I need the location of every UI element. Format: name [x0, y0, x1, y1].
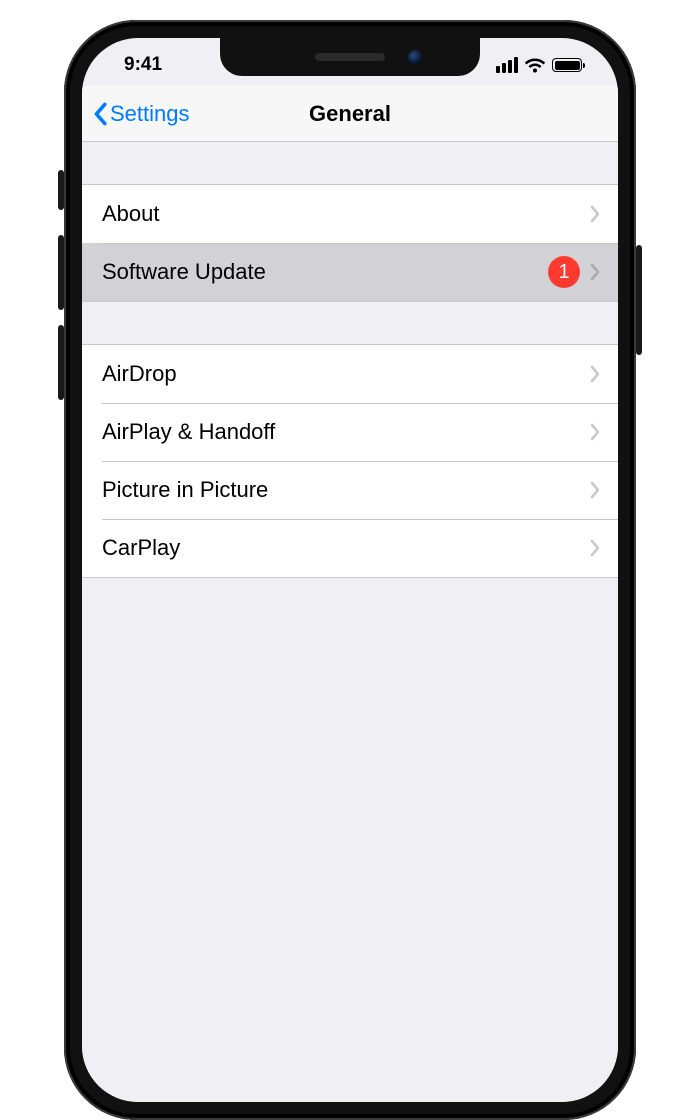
row-label: Software Update: [102, 259, 548, 285]
row-airplay-handoff[interactable]: AirPlay & Handoff: [82, 403, 618, 461]
status-indicators: [496, 51, 586, 73]
settings-content[interactable]: About Software Update 1 AirDrop AirPlay …: [82, 142, 618, 1102]
settings-group: About Software Update 1: [82, 184, 618, 302]
battery-icon: [552, 58, 582, 72]
row-airdrop[interactable]: AirDrop: [82, 345, 618, 403]
speaker-grille: [315, 53, 385, 61]
row-carplay[interactable]: CarPlay: [82, 519, 618, 577]
chevron-right-icon: [590, 365, 600, 383]
row-software-update[interactable]: Software Update 1: [82, 243, 618, 301]
front-camera: [408, 50, 422, 64]
chevron-right-icon: [590, 205, 600, 223]
page-title: General: [309, 101, 391, 127]
back-label: Settings: [110, 101, 190, 127]
wifi-icon: [525, 57, 545, 73]
chevron-right-icon: [590, 481, 600, 499]
row-label: About: [102, 201, 590, 227]
row-label: AirPlay & Handoff: [102, 419, 590, 445]
volume-up-button: [58, 235, 64, 310]
status-time: 9:41: [114, 48, 162, 76]
row-label: Picture in Picture: [102, 477, 590, 503]
chevron-left-icon: [92, 102, 108, 126]
notch: [220, 38, 480, 76]
row-label: AirDrop: [102, 361, 590, 387]
power-button: [636, 245, 642, 355]
mute-switch: [58, 170, 64, 210]
volume-down-button: [58, 325, 64, 400]
device-frame: 9:41 Settings General About: [64, 20, 636, 1120]
row-picture-in-picture[interactable]: Picture in Picture: [82, 461, 618, 519]
navigation-bar: Settings General: [82, 86, 618, 142]
chevron-right-icon: [590, 539, 600, 557]
row-label: CarPlay: [102, 535, 590, 561]
settings-group: AirDrop AirPlay & Handoff Picture in Pic…: [82, 344, 618, 578]
screen: 9:41 Settings General About: [82, 38, 618, 1102]
chevron-right-icon: [590, 263, 600, 281]
chevron-right-icon: [590, 423, 600, 441]
cellular-signal-icon: [496, 57, 518, 73]
notification-badge: 1: [548, 256, 580, 288]
back-button[interactable]: Settings: [92, 101, 190, 127]
row-about[interactable]: About: [82, 185, 618, 243]
